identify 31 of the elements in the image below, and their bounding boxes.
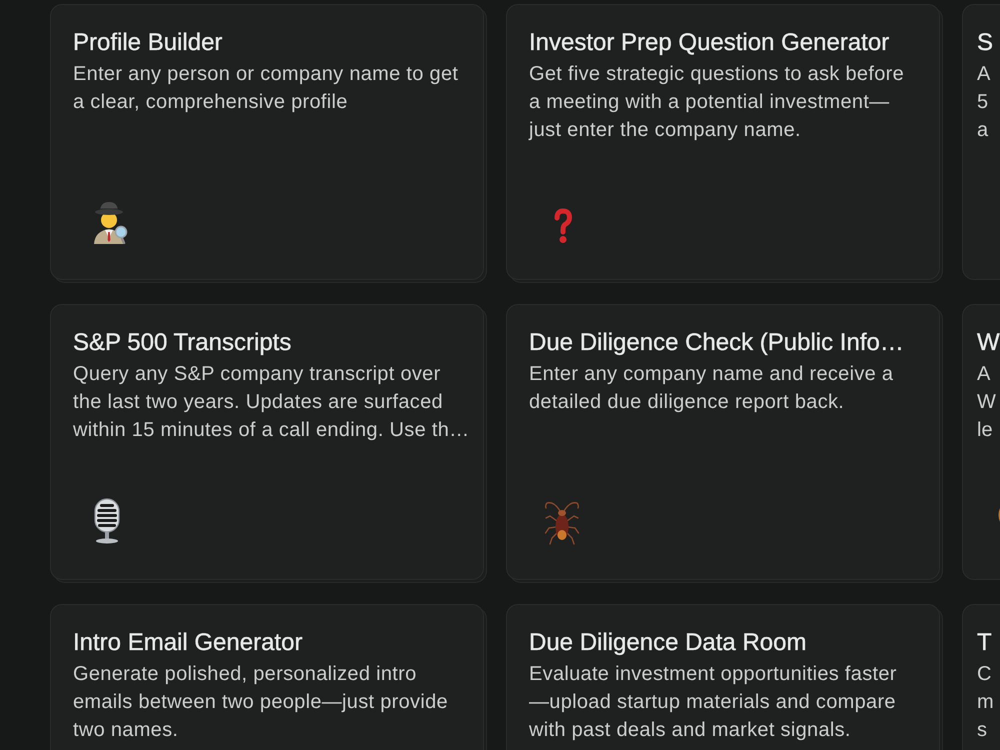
question-mark-icon [553,208,573,244]
card-title: Intro Email Generator [73,628,304,658]
card-title: Due Diligence Data Room [529,628,808,658]
card-title: S&P 500 Transcripts [73,328,292,358]
tool-card[interactable]: Due Diligence Data Room Evaluate investment opportunities faster —upload startup materials and compare with past deals and market signals. [506,604,940,750]
emoji-icon [997,508,1000,522]
card-title: Profile Builder [73,28,224,58]
cockroach-icon [544,499,580,545]
card-title: S [977,28,994,58]
tool-card[interactable]: Investor Prep Question Generator Get five strategic questions to ask before a meeting with a potential investment— just enter the company name. [506,4,940,280]
tool-card[interactable]: Intro Email Generator Generate polished, personalized intro emails between two people—just provide two names. [50,604,484,750]
card-description: A W le [977,362,997,443]
tool-card[interactable]: Profile Builder Enter any person or company name to get a clear, comprehensive profile [50,4,484,280]
card-description: Evaluate investment opportunities faster —upload startup materials and compare with past deals and market signals. [529,662,898,743]
card-description: Enter any company name and receive a detailed due diligence report back. [529,362,894,415]
card-title: Due Diligence Check (Public Info… [529,328,905,358]
card-title: T [977,628,993,658]
card-description: A 5 a [977,62,992,143]
card-description: Query any S&P company transcript over the last two years. Updates are surfaced within 15 minutes of a call ending. Use th… [73,362,470,443]
card-description: Generate polished, personalized intro emails between two people—just provide two names. [73,662,449,743]
card-description: Get five strategic questions to ask before a meeting with a potential investment— just enter the company name. [529,62,906,143]
card-description: C m s [977,662,995,743]
card-title: W [977,328,1000,358]
tool-card[interactable]: Due Diligence Check (Public Info… Enter any company name and receive a detailed due diligence report back. [506,304,940,580]
card-title: Investor Prep Question Generator [529,28,890,58]
tool-card[interactable]: S A 5 a [962,4,1000,280]
microphone-icon [92,498,122,544]
card-description: Enter any person or company name to get a clear, comprehensive profile [73,62,460,115]
tool-card[interactable]: S&P 500 Transcripts Query any S&P company transcript over the last two years. Updates are surfaced within 15 minutes of a call ending. Use th… [50,304,484,580]
tool-card[interactable]: W A W le [962,304,1000,580]
tool-card[interactable]: T C m s [962,604,1000,750]
